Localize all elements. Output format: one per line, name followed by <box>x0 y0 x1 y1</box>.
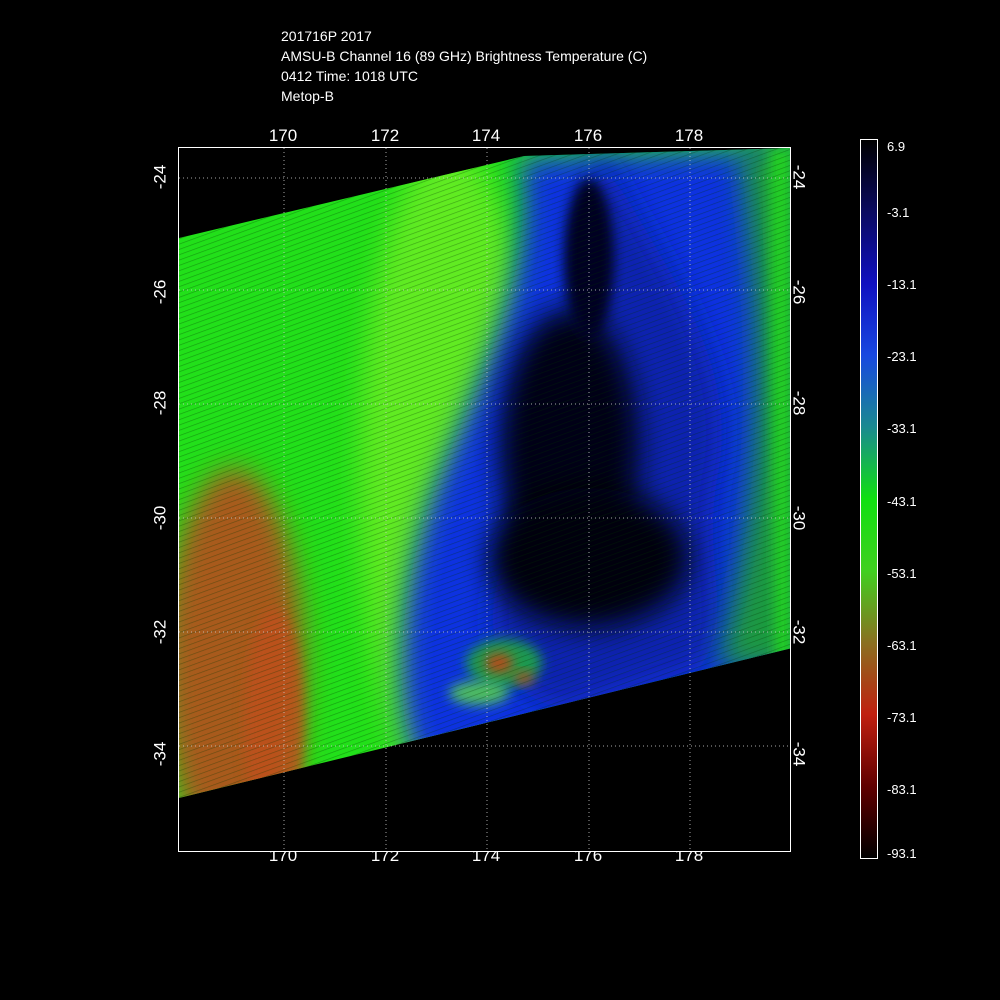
colorbar-label: -13.1 <box>887 277 917 292</box>
lon-tick-top: 170 <box>268 126 298 145</box>
temperature-colorbar <box>860 139 878 859</box>
colorbar-label: -33.1 <box>887 421 917 436</box>
colorbar-label: -83.1 <box>887 782 917 797</box>
brightness-temperature-image <box>179 148 790 851</box>
lat-tick-right: -26 <box>789 279 809 305</box>
lon-tick-top: 176 <box>573 126 603 145</box>
colorbar-label: 6.9 <box>887 139 906 154</box>
channel-title: AMSU-B Channel 16 (89 GHz) Brightness Te… <box>281 48 648 64</box>
lat-tick-right: -34 <box>789 741 809 767</box>
map-header: 201716P 2017 AMSU-B Channel 16 (89 GHz) … <box>281 26 647 106</box>
colorbar-label: -93.1 <box>887 846 917 861</box>
lon-tick-top: 174 <box>471 126 501 145</box>
satellite-map-panel <box>178 147 791 852</box>
lon-tick-top: 178 <box>674 126 704 145</box>
lat-tick-right: -30 <box>789 505 809 531</box>
lat-tick-left: -34 <box>150 741 170 767</box>
colorbar-label: -3.1 <box>887 205 910 220</box>
observation-time: 0412 Time: 1018 UTC <box>281 68 418 84</box>
colorbar-label: -73.1 <box>887 710 917 725</box>
lat-tick-left: -28 <box>150 390 170 416</box>
colorbar-label: -23.1 <box>887 349 917 364</box>
satellite-name: Metop-B <box>281 88 334 104</box>
colorbar-label: -53.1 <box>887 566 917 581</box>
lat-tick-left: -32 <box>150 619 170 645</box>
lon-tick-top: 172 <box>370 126 400 145</box>
colorbar-label: -63.1 <box>887 638 917 653</box>
colorbar-label: -43.1 <box>887 494 917 509</box>
storm-id: 201716P 2017 <box>281 28 372 44</box>
lat-tick-right: -28 <box>789 390 809 416</box>
lat-tick-left: -26 <box>150 279 170 305</box>
lat-tick-right: -32 <box>789 619 809 645</box>
lat-tick-right: -24 <box>789 164 809 190</box>
lat-tick-left: -24 <box>150 164 170 190</box>
lat-tick-left: -30 <box>150 505 170 531</box>
